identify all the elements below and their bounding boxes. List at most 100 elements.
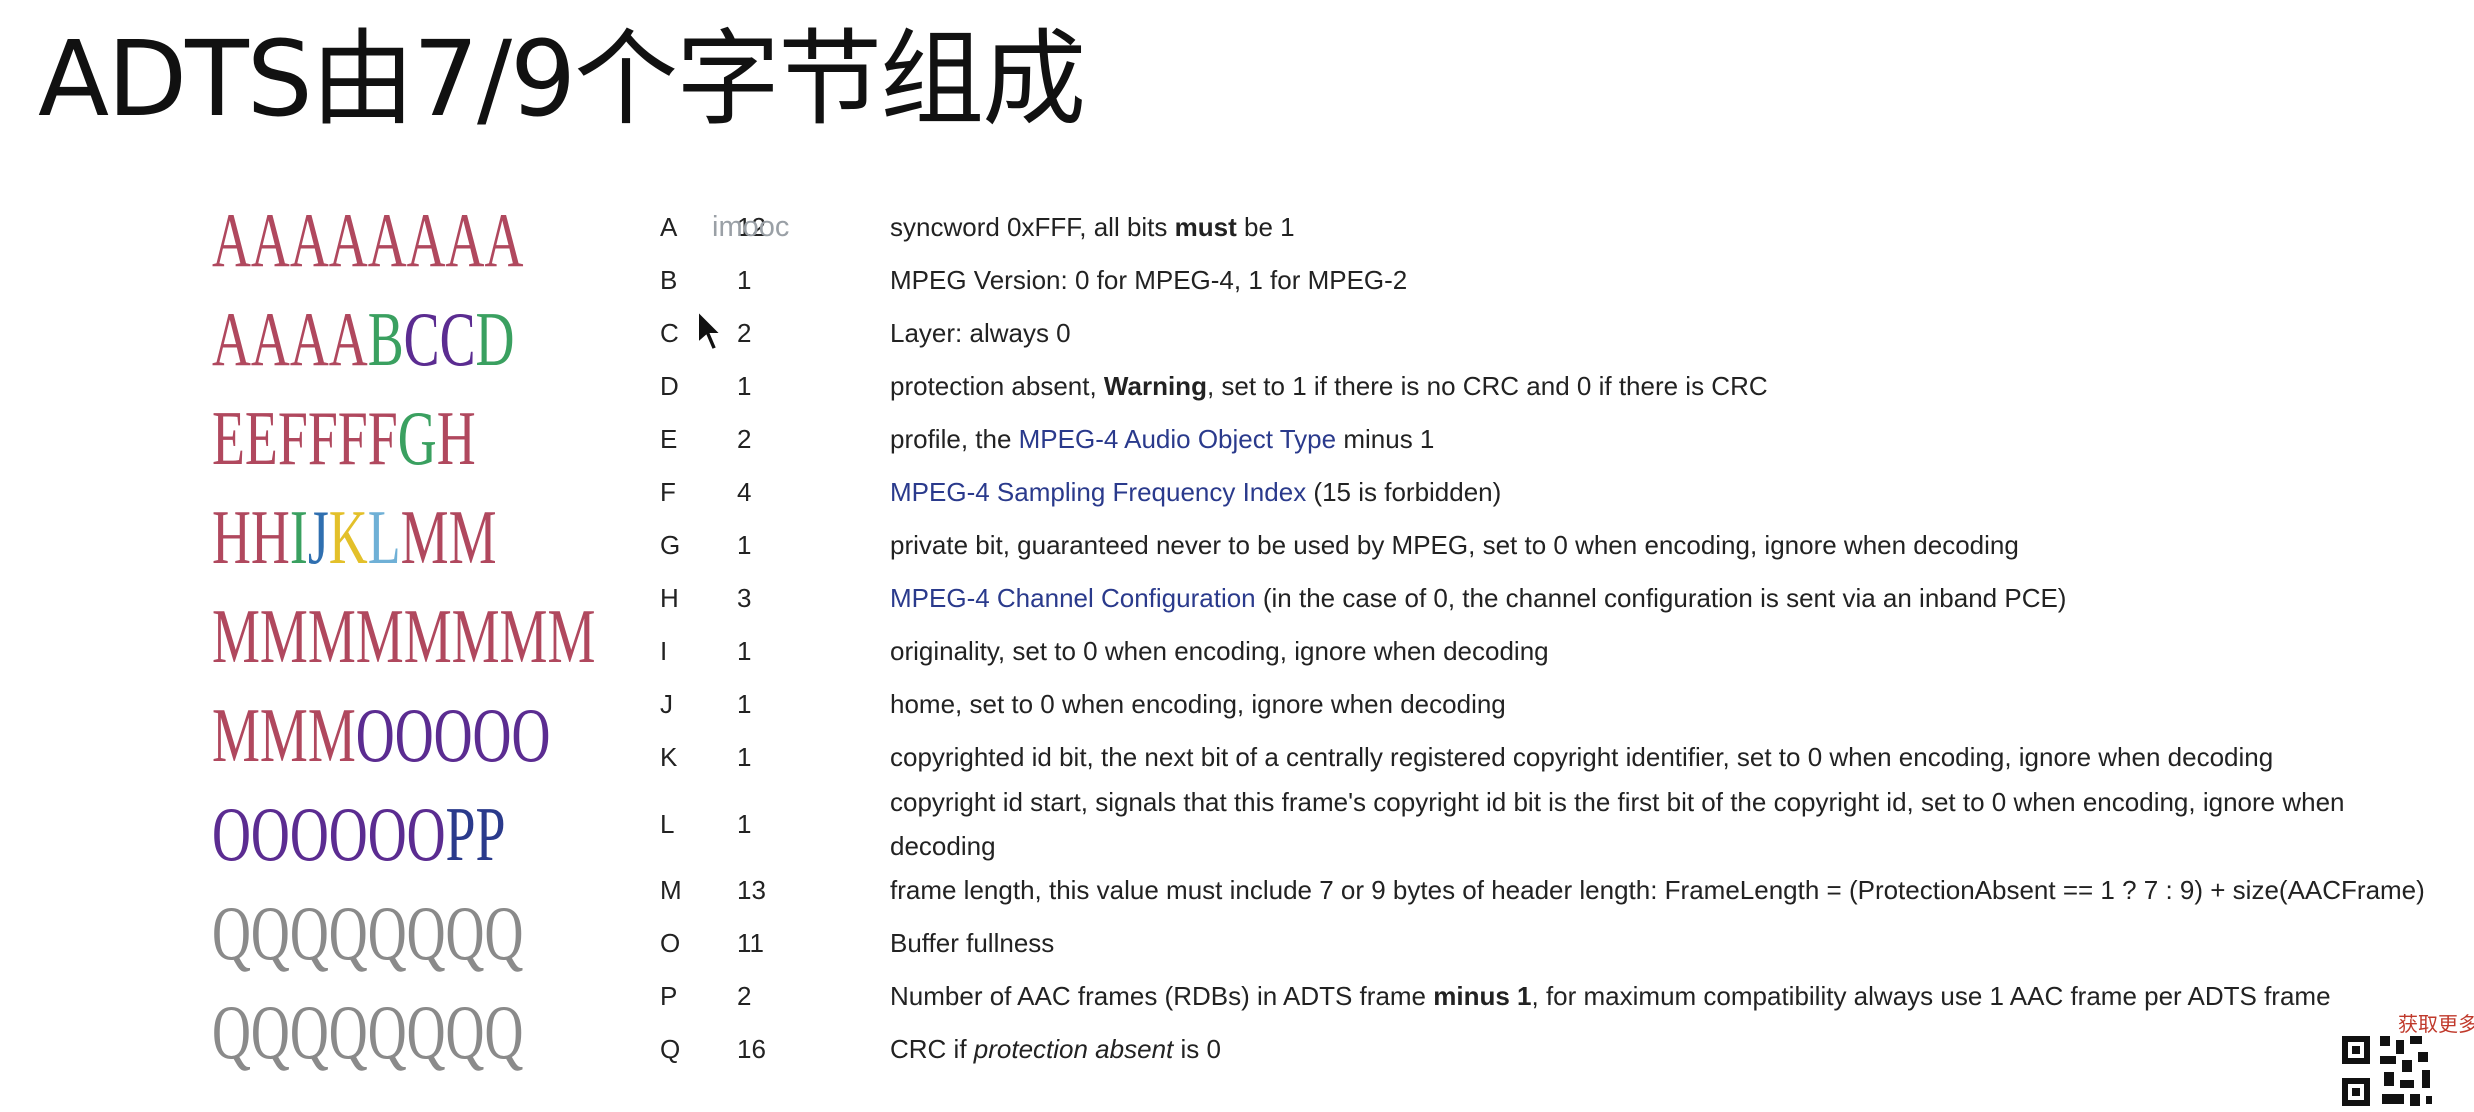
field-row: A 12 syncword 0xFFF, all bits must be 1 xyxy=(660,201,2450,254)
description-text: profile, the xyxy=(890,424,1019,454)
bit-segment: AAAAAAAA xyxy=(212,197,524,283)
field-letter: J xyxy=(660,689,673,719)
description-text: MPEG Version: 0 for MPEG-4, 1 for MPEG-2 xyxy=(890,265,1408,295)
field-description: profile, the MPEG-4 Audio Object Type mi… xyxy=(890,413,2450,466)
description-text: , for maximum compatibility always use 1… xyxy=(1531,981,2331,1011)
field-row: Q 16 CRC if protection absent is 0 xyxy=(660,1023,2450,1076)
field-bit-count: 13 xyxy=(737,875,766,905)
field-bit-count: 1 xyxy=(737,689,752,719)
field-letter: P xyxy=(660,981,678,1011)
field-description: copyrighted id bit, the next bit of a ce… xyxy=(890,731,2450,784)
bit-segment: OOOOO xyxy=(355,692,551,778)
description-text: must xyxy=(1174,212,1237,242)
description-text: originality, set to 0 when encoding, ign… xyxy=(890,636,1549,666)
description-text: private bit, guaranteed never to be used… xyxy=(890,530,2019,560)
bit-row: OOOOOOPP xyxy=(212,791,506,891)
bit-segment: CC xyxy=(403,296,476,382)
bit-segment: QQQQQQQQ xyxy=(212,890,524,976)
field-row: P 2 Number of AAC frames (RDBs) in ADTS fr… xyxy=(660,970,2450,1023)
field-table: A 12 syncword 0xFFF, all bits must be 1B1M… xyxy=(660,201,2450,1076)
field-description: Number of AAC frames (RDBs) in ADTS fram… xyxy=(890,970,2450,1023)
field-description: Layer: always 0 xyxy=(890,307,2450,360)
field-description: Buffer fullness xyxy=(890,917,2450,970)
reference-link[interactable]: MPEG-4 Sampling Frequency Index xyxy=(890,477,1306,507)
reference-link[interactable]: MPEG-4 Channel Configuration xyxy=(890,583,1256,613)
bit-segment: G xyxy=(397,395,437,481)
field-letter: M xyxy=(660,875,682,905)
bit-segment: QQQQQQQQ xyxy=(212,989,524,1075)
bit-segment: AAAA xyxy=(212,296,368,382)
description-text: is 0 xyxy=(1173,1034,1221,1064)
bit-row: HHIJKLMM xyxy=(212,494,497,594)
bit-row: QQQQQQQQ xyxy=(212,891,523,990)
description-text: copyright id start, signals that this fr… xyxy=(890,787,2345,861)
field-row: K 1 copyrighted id bit, the next bit of a … xyxy=(660,731,2450,784)
field-bit-count: 1 xyxy=(737,265,752,295)
bit-row: AAAABCCD xyxy=(212,296,514,396)
description-text: (in the case of 0, the channel configura… xyxy=(1255,583,2067,613)
field-bit-count: 2 xyxy=(737,981,752,1011)
qr-code-icon[interactable] xyxy=(2340,1000,2474,1112)
field-row: G 1 private bit, guaranteed never to be us… xyxy=(660,519,2450,572)
field-bit-count: 11 xyxy=(737,928,764,958)
bit-row: MMMMMMMM xyxy=(212,594,595,693)
bit-segment: MMMMMMMM xyxy=(212,593,596,679)
description-text: protection absent, xyxy=(890,371,1104,401)
field-description: MPEG Version: 0 for MPEG-4, 1 for MPEG-2 xyxy=(890,254,2450,307)
field-letter: D xyxy=(660,371,679,401)
field-letter: L xyxy=(660,809,675,839)
field-row: F 4 MPEG-4 Sampling Frequency Index (15 is… xyxy=(660,466,2450,519)
field-row: H 3 MPEG-4 Channel Configuration (in the c… xyxy=(660,572,2450,625)
description-text: (15 is forbidden) xyxy=(1306,477,1502,507)
bit-row: MMMOOOOO xyxy=(212,692,550,792)
field-bit-count: 16 xyxy=(737,1034,766,1064)
page-title: ADTS由7/9个字节组成 xyxy=(38,18,1086,140)
bit-segment: L xyxy=(367,494,401,580)
description-text: Layer: always 0 xyxy=(890,318,1071,348)
reference-link[interactable]: MPEG-4 Audio Object Type xyxy=(1019,424,1336,454)
field-bit-count: 2 xyxy=(737,424,752,454)
field-bit-count: 3 xyxy=(737,583,752,613)
field-letter: A xyxy=(660,212,678,242)
field-letter: C xyxy=(660,318,679,348)
bit-segment: J xyxy=(307,494,329,580)
field-row: O 11 Buffer fullness xyxy=(660,917,2450,970)
bit-row: QQQQQQQQ xyxy=(212,990,523,1089)
description-text: Warning xyxy=(1103,371,1207,401)
field-row: J 1 home, set to 0 when encoding, ignore w… xyxy=(660,678,2450,731)
field-description: syncword 0xFFF, all bits must be 1 xyxy=(890,201,2450,254)
bit-row: EEFFFFGH xyxy=(212,395,476,495)
bit-segment: FFFF xyxy=(277,395,398,481)
field-letter: K xyxy=(660,742,678,772)
field-letter: G xyxy=(660,530,681,560)
field-letter: H xyxy=(660,583,679,613)
bit-row: AAAAAAAA xyxy=(212,198,523,297)
bit-segment: D xyxy=(475,296,515,382)
mouse-cursor-icon xyxy=(697,309,724,352)
watermark: imooc xyxy=(712,211,790,243)
bit-segment: HH xyxy=(212,494,290,580)
description-text: minus 1 xyxy=(1336,424,1435,454)
field-description: MPEG-4 Sampling Frequency Index (15 is f… xyxy=(890,466,2450,519)
bit-segment: EE xyxy=(212,395,278,481)
description-text: home, set to 0 when encoding, ignore whe… xyxy=(890,689,1506,719)
description-text: copyrighted id bit, the next bit of a ce… xyxy=(890,742,2274,772)
field-row: L 1 copyright id start, signals that this … xyxy=(660,784,2450,864)
field-letter: F xyxy=(660,477,676,507)
bit-segment: B xyxy=(367,296,404,382)
description-text: be 1 xyxy=(1236,212,1295,242)
bit-segment: MMM xyxy=(212,692,356,778)
field-bit-count: 1 xyxy=(737,530,752,560)
description-text: syncword 0xFFF, all bits xyxy=(890,212,1175,242)
field-bit-count: 2 xyxy=(737,318,752,348)
field-row: I 1 originality, set to 0 when encoding, i… xyxy=(660,625,2450,678)
field-bit-count: 1 xyxy=(737,636,752,666)
bit-segment: I xyxy=(289,494,308,580)
bit-segment: OOOOOO xyxy=(212,791,446,877)
field-description: copyright id start, signals that this fr… xyxy=(890,780,2450,868)
field-row: B 1 MPEG Version: 0 for MPEG-4, 1 for MPEG… xyxy=(660,254,2450,307)
field-bit-count: 1 xyxy=(737,371,752,401)
field-row: D 1 protection absent, Warning, set to 1 i… xyxy=(660,360,2450,413)
bit-segment: H xyxy=(436,395,476,481)
field-description: originality, set to 0 when encoding, ign… xyxy=(890,625,2450,678)
